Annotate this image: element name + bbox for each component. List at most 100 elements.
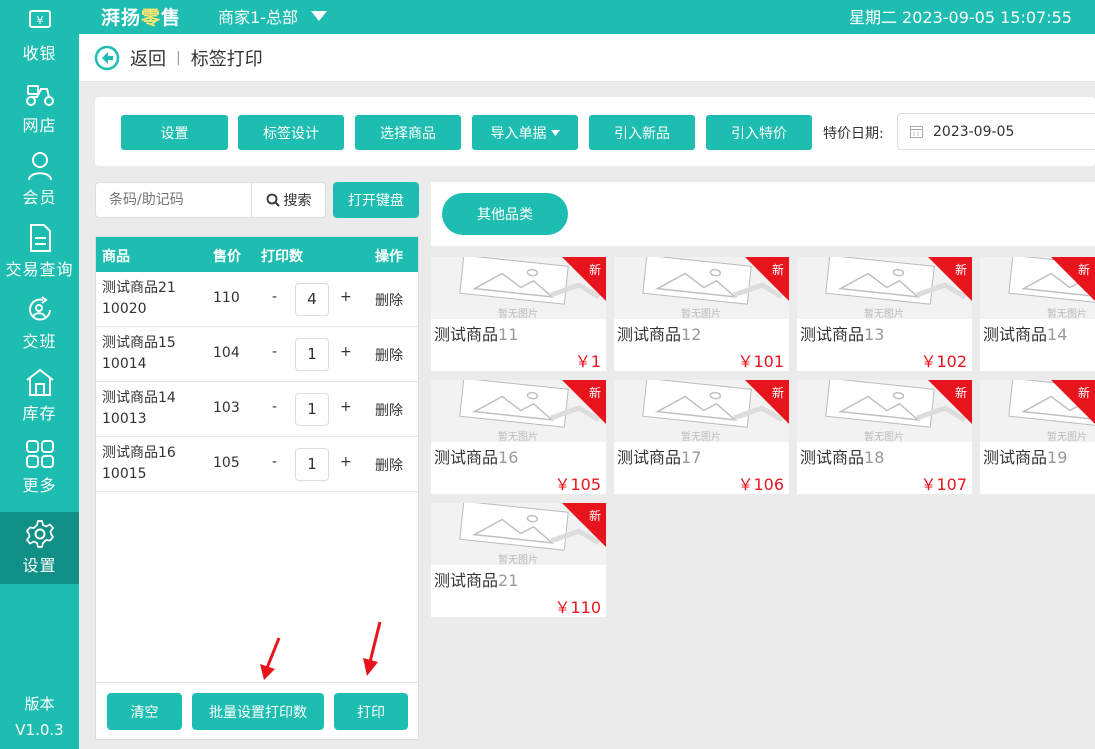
sidebar-item-settings[interactable]: 设置 bbox=[0, 512, 79, 584]
no-image-caption: 暂无图片 bbox=[498, 307, 538, 319]
print-count-input[interactable]: 1 bbox=[295, 448, 329, 481]
sidebar-item-inventory[interactable]: 库存 bbox=[0, 360, 79, 432]
delete-button[interactable]: 删除 bbox=[375, 400, 403, 420]
special-date-field[interactable]: 2023-09-05 bbox=[897, 113, 1095, 150]
product-card[interactable]: 暂无图片 新测试商品12 ￥101 bbox=[614, 257, 789, 371]
no-image-caption: 暂无图片 bbox=[1047, 307, 1087, 319]
label-design-button[interactable]: 标签设计 bbox=[238, 115, 344, 150]
sidebar-item-webshop[interactable]: 网店 bbox=[0, 72, 79, 144]
sidebar-item-label: 更多 bbox=[22, 476, 57, 495]
product-card[interactable]: 暂无图片 新测试商品18 ￥107 bbox=[797, 380, 972, 494]
calendar-icon bbox=[910, 126, 923, 138]
sidebar-item-member[interactable]: 会员 bbox=[0, 144, 79, 216]
print-button[interactable]: 打印 bbox=[334, 693, 408, 730]
product-card[interactable]: 暂无图片 新测试商品19 bbox=[980, 380, 1095, 494]
product-price: 104 bbox=[213, 345, 240, 361]
back-arrow-icon bbox=[94, 45, 120, 70]
search-button[interactable]: 搜索 bbox=[251, 182, 326, 218]
open-keyboard-button[interactable]: 打开键盘 bbox=[333, 182, 419, 218]
product-name: 测试商品21 bbox=[102, 280, 176, 296]
sidebar-item-label: 网店 bbox=[22, 116, 57, 135]
sidebar-item-shift[interactable]: 交班 bbox=[0, 288, 79, 360]
page-title: 标签打印 bbox=[190, 48, 263, 70]
increment-button[interactable]: + bbox=[340, 399, 352, 415]
version-label: 版本 bbox=[24, 695, 55, 713]
caret-down-icon bbox=[550, 129, 560, 136]
product-name: 测试商品17 bbox=[617, 448, 702, 467]
sidebar-item-more[interactable]: 更多 bbox=[0, 432, 79, 504]
product-code: 10014 bbox=[102, 356, 147, 372]
user-icon bbox=[24, 150, 56, 182]
import-document-label: 导入单据 bbox=[490, 125, 547, 142]
back-button[interactable]: 返回 bbox=[94, 45, 166, 71]
batch-set-print-count-button[interactable]: 批量设置打印数 bbox=[192, 693, 324, 730]
print-count-input[interactable]: 4 bbox=[295, 283, 329, 316]
select-product-button[interactable]: 选择商品 bbox=[355, 115, 461, 150]
product-price: ￥106 bbox=[737, 475, 784, 494]
no-image-caption: 暂无图片 bbox=[498, 553, 538, 565]
category-other[interactable]: 其他品类 bbox=[442, 193, 568, 235]
product-name: 测试商品19 bbox=[983, 448, 1068, 467]
col-product: 商品 bbox=[102, 249, 130, 265]
product-name: 测试商品21 bbox=[434, 571, 519, 590]
decrement-button[interactable]: - bbox=[272, 344, 277, 360]
sidebar-item-cashier[interactable]: ¥ 收银 bbox=[0, 0, 79, 72]
annotation-arrow-icon bbox=[260, 637, 281, 680]
product-price: 110 bbox=[213, 290, 240, 306]
product-card[interactable]: 暂无图片 新测试商品16 ￥105 bbox=[431, 380, 606, 494]
product-code: 10020 bbox=[102, 301, 147, 317]
svg-text:¥: ¥ bbox=[36, 14, 43, 27]
new-badge-label: 新 bbox=[954, 263, 967, 277]
import-document-button[interactable]: 导入单据 bbox=[472, 115, 578, 150]
product-card[interactable]: 暂无图片 新测试商品11 ￥1 bbox=[431, 257, 606, 371]
increment-button[interactable]: + bbox=[340, 344, 352, 360]
product-price: ￥107 bbox=[920, 475, 967, 494]
table-row: 测试商品16 10015 105 - 1 + 删除 bbox=[96, 437, 418, 492]
new-badge-label: 新 bbox=[771, 263, 784, 277]
breadcrumb: 返回 | 标签打印 bbox=[79, 34, 1095, 82]
increment-button[interactable]: + bbox=[340, 289, 352, 305]
import-special-button[interactable]: 引入特价 bbox=[706, 115, 812, 150]
new-badge-label: 新 bbox=[588, 386, 601, 400]
product-price: ￥102 bbox=[920, 352, 967, 371]
store-selector[interactable]: 商家1-总部 bbox=[218, 4, 328, 28]
print-count-input[interactable]: 1 bbox=[295, 338, 329, 371]
no-image-caption: 暂无图片 bbox=[681, 307, 721, 319]
sidebar-item-transactions[interactable]: 交易查询 bbox=[0, 216, 79, 288]
decrement-button[interactable]: - bbox=[272, 454, 277, 470]
no-image-caption: 暂无图片 bbox=[498, 430, 538, 442]
settings-button[interactable]: 设置 bbox=[121, 115, 228, 150]
product-price: ￥105 bbox=[554, 475, 601, 494]
delete-button[interactable]: 删除 bbox=[375, 290, 403, 310]
sidebar-item-label: 库存 bbox=[22, 404, 57, 423]
product-card[interactable]: 暂无图片 新测试商品17 ￥106 bbox=[614, 380, 789, 494]
annotation-arrow-icon bbox=[363, 621, 382, 676]
decrement-button[interactable]: - bbox=[272, 289, 277, 305]
special-date-value: 2023-09-05 bbox=[933, 123, 1015, 140]
print-list-header: 商品 售价 打印数 操作 bbox=[96, 237, 418, 272]
product-name: 测试商品16 bbox=[102, 445, 176, 461]
no-image-caption: 暂无图片 bbox=[1047, 430, 1087, 442]
sidebar-item-label: 收银 bbox=[22, 44, 57, 63]
product-card[interactable]: 暂无图片 新测试商品14 bbox=[980, 257, 1095, 371]
product-card[interactable]: 暂无图片 新测试商品13 ￥102 bbox=[797, 257, 972, 371]
delete-button[interactable]: 删除 bbox=[375, 345, 403, 365]
breadcrumb-separator: | bbox=[176, 49, 181, 66]
col-print-count: 打印数 bbox=[261, 249, 303, 265]
clear-button[interactable]: 清空 bbox=[107, 693, 182, 730]
product-price: ￥110 bbox=[554, 598, 601, 617]
decrement-button[interactable]: - bbox=[272, 399, 277, 415]
search-input[interactable] bbox=[95, 182, 252, 218]
delete-button[interactable]: 删除 bbox=[375, 455, 403, 475]
print-count-input[interactable]: 1 bbox=[295, 393, 329, 426]
product-price: 103 bbox=[213, 400, 240, 416]
toolbar: 设置 标签设计 选择商品 导入单据 引入新品 引入特价 特价日期: 2023-0… bbox=[95, 97, 1095, 166]
product-card[interactable]: 暂无图片 新测试商品21 ￥110 bbox=[431, 503, 606, 617]
new-badge-label: 新 bbox=[1077, 263, 1090, 277]
shift-handover-icon bbox=[24, 294, 56, 326]
sidebar-item-label: 设置 bbox=[22, 556, 57, 575]
grid-icon bbox=[24, 438, 56, 470]
store-name: 商家1-总部 bbox=[218, 8, 298, 27]
import-new-button[interactable]: 引入新品 bbox=[589, 115, 695, 150]
increment-button[interactable]: + bbox=[340, 454, 352, 470]
